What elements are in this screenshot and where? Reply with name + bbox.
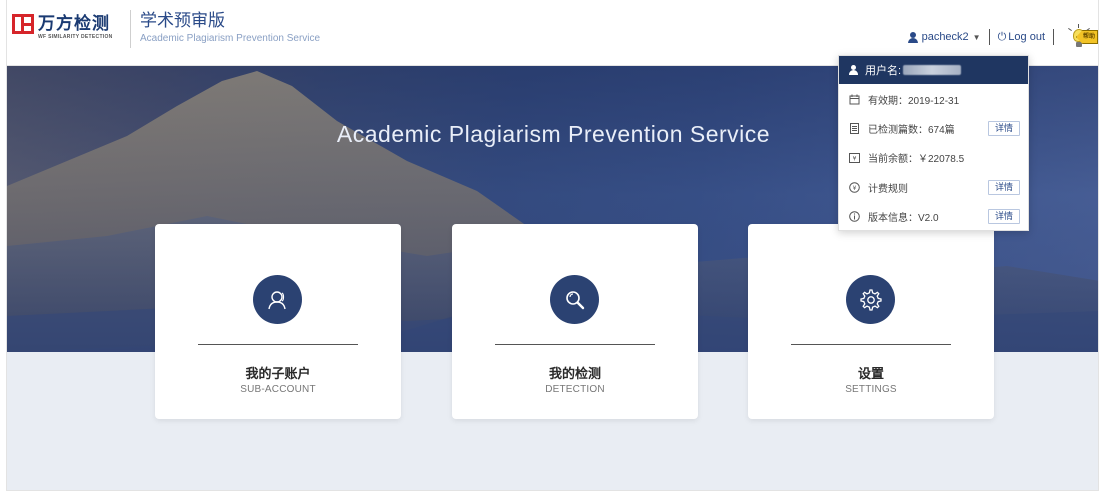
version-text: 版本信息：V2.0 (868, 212, 939, 224)
validity-text: 有效期：2019-12-31 (868, 95, 960, 107)
dropdown-billing-row: ¥ 计费规则 详情 (839, 177, 1028, 197)
checked-detail-button[interactable]: 详情 (988, 121, 1020, 136)
user-icon (267, 290, 286, 309)
billing-detail-button[interactable]: 详情 (988, 180, 1020, 195)
version-detail-button[interactable]: 详情 (988, 209, 1020, 224)
bulb-base (1076, 42, 1082, 47)
dropdown-balance-row: ¥ 当前余额：￥22078.5 (839, 147, 1028, 167)
magnifier-icon (565, 290, 584, 309)
product-name-en: Academic Plagiarism Prevention Service (140, 33, 321, 44)
document-icon (849, 122, 860, 134)
card-subtitle: DETECTION (545, 384, 605, 395)
header-separator (988, 29, 990, 45)
dropdown-version-row: 版本信息：V2.0 详情 (839, 206, 1028, 226)
header-separator (1053, 29, 1054, 45)
dropdown-validity-row: 有效期：2019-12-31 (839, 89, 1028, 109)
user-dropdown-menu: 用户名: 有效期：2019-12-31 已检测篇数：674篇 详情 ¥ 当前余额… (838, 55, 1029, 231)
card-title: 我的检测 (548, 367, 601, 382)
wallet-icon: ¥ (849, 152, 860, 163)
user-icon (907, 31, 918, 43)
product-name-cn: 学术预审版 (140, 11, 225, 30)
info-icon (849, 210, 860, 222)
card-icon-circle (253, 275, 302, 324)
calendar-icon (849, 94, 860, 105)
svg-text:¥: ¥ (853, 155, 857, 162)
card-icon-circle (550, 275, 599, 324)
svg-text:¥: ¥ (853, 185, 857, 192)
redacted-username (903, 65, 962, 75)
logo-divider (130, 10, 131, 48)
logo-mark-icon (12, 14, 34, 34)
logout-link[interactable]: Log out (1008, 31, 1045, 43)
card-divider (791, 344, 951, 345)
card-settings[interactable]: 设置 SETTINGS (748, 224, 994, 419)
gear-icon (859, 288, 882, 311)
brand-logo[interactable]: 万方检测 WF SIMILARITY DETECTION (12, 14, 113, 41)
card-title: 设置 (857, 367, 884, 382)
product-name: 学术预审版 Academic Plagiarism Prevention Ser… (140, 10, 320, 46)
user-icon (849, 65, 858, 75)
card-subtitle: SETTINGS (845, 384, 897, 395)
username-label: 用户名: (865, 65, 902, 77)
username-menu[interactable]: pacheck2 (922, 31, 969, 43)
bulb-ray (1078, 24, 1079, 28)
power-icon[interactable]: ⏻ (998, 31, 1007, 44)
checked-count-text: 已检测篇数：674篇 (868, 124, 955, 136)
dropdown-username-row: 用户名: (839, 56, 1028, 84)
card-divider (198, 344, 358, 345)
bulb-ray (1068, 27, 1072, 32)
yen-circle-icon: ¥ (849, 181, 860, 193)
billing-rules-text: 计费规则 (868, 183, 908, 195)
card-icon-circle (846, 275, 895, 324)
card-title: 我的子账户 (245, 367, 311, 382)
balance-text: 当前余额：￥22078.5 (868, 153, 965, 165)
logo-text-en: WF SIMILARITY DETECTION (38, 34, 113, 40)
card-divider (495, 344, 655, 345)
card-subtitle: SUB-ACCOUNT (240, 384, 316, 395)
card-sub-account[interactable]: 我的子账户 SUB-ACCOUNT (155, 224, 401, 419)
user-area: pacheck2 ▼ ⏻ Log out 帮助 (907, 24, 1098, 50)
app-frame: 万方检测 WF SIMILARITY DETECTION 学术预审版 Acade… (6, 0, 1099, 491)
dropdown-checked-row: 已检测篇数：674篇 详情 (839, 118, 1028, 138)
card-detection[interactable]: 我的检测 DETECTION (452, 224, 698, 419)
logo-text-cn: 万方检测 (38, 14, 110, 34)
caret-down-icon[interactable]: ▼ (973, 33, 981, 42)
